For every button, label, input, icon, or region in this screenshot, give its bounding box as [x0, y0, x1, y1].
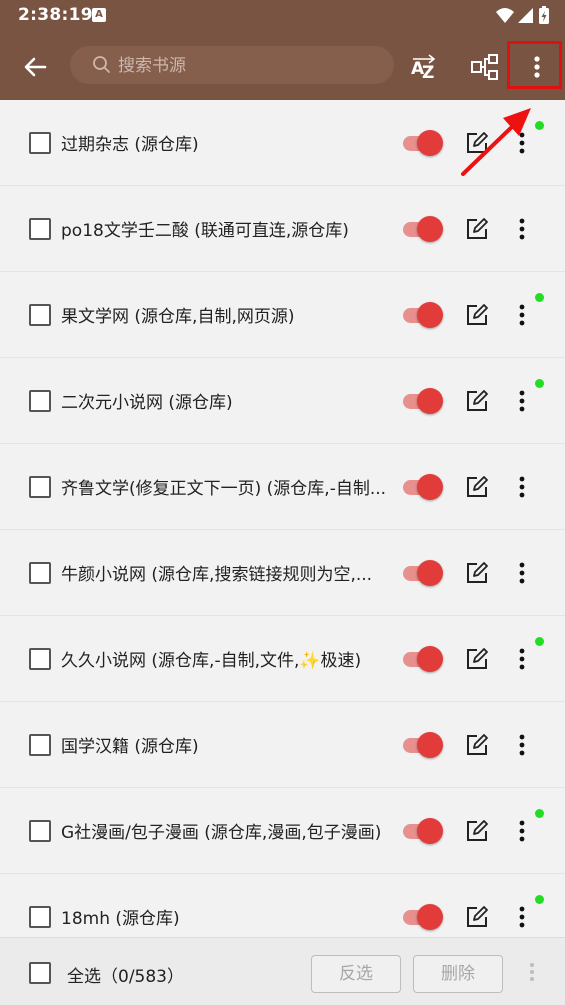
wifi-icon [496, 8, 514, 23]
enable-switch[interactable] [401, 129, 445, 157]
row-checkbox[interactable] [29, 304, 51, 326]
source-row[interactable]: 久久小说网 (源仓库,-自制,文件,✨极速) [0, 616, 565, 702]
switch-thumb [417, 302, 443, 328]
switch-thumb [417, 560, 443, 586]
row-checkbox[interactable] [29, 648, 51, 670]
online-status-dot [535, 895, 544, 904]
enable-switch[interactable] [401, 301, 445, 329]
select-all-checkbox[interactable] [29, 962, 51, 984]
online-status-dot [535, 121, 544, 130]
online-status-dot [535, 293, 544, 302]
back-arrow-icon[interactable] [18, 50, 52, 84]
sort-az-icon[interactable]: A Z [407, 50, 441, 84]
switch-thumb [417, 904, 443, 930]
source-name: G社漫画/包子漫画 (源仓库,漫画,包子漫画) [61, 823, 382, 843]
switch-thumb [417, 388, 443, 414]
source-name: 国学汉籍 (源仓库) [61, 737, 199, 757]
row-checkbox[interactable] [29, 734, 51, 756]
select-all-label: 全选（0/583） [67, 967, 184, 987]
enable-switch[interactable] [401, 731, 445, 759]
delete-button[interactable]: 删除 [413, 955, 503, 993]
row-checkbox[interactable] [29, 820, 51, 842]
row-more-icon[interactable] [508, 817, 536, 845]
edit-icon[interactable] [464, 216, 490, 242]
online-status-dot [535, 637, 544, 646]
search-icon [93, 56, 110, 73]
row-checkbox[interactable] [29, 132, 51, 154]
row-more-icon[interactable] [508, 215, 536, 243]
source-row[interactable]: 牛颜小说网 (源仓库,搜索链接规则为空,... [0, 530, 565, 616]
edit-icon[interactable] [464, 388, 490, 414]
row-more-icon[interactable] [508, 301, 536, 329]
row-checkbox[interactable] [29, 906, 51, 928]
search-box[interactable] [70, 46, 394, 84]
switch-thumb [417, 818, 443, 844]
svg-text:Z: Z [422, 63, 434, 83]
row-more-icon[interactable] [508, 387, 536, 415]
source-name: 果文学网 (源仓库,自制,网页源) [61, 307, 295, 327]
enable-switch[interactable] [401, 215, 445, 243]
status-icons [496, 6, 549, 24]
edit-icon[interactable] [464, 732, 490, 758]
edit-icon[interactable] [464, 904, 490, 930]
row-checkbox[interactable] [29, 476, 51, 498]
switch-thumb [417, 474, 443, 500]
enable-switch[interactable] [401, 645, 445, 673]
row-checkbox[interactable] [29, 390, 51, 412]
app-notification-icon: A [92, 8, 106, 22]
row-checkbox[interactable] [29, 562, 51, 584]
row-more-icon[interactable] [508, 903, 536, 931]
source-row[interactable]: po18文学壬二酸 (联通可直连,源仓库) [0, 186, 565, 272]
source-row[interactable]: G社漫画/包子漫画 (源仓库,漫画,包子漫画) [0, 788, 565, 874]
enable-switch[interactable] [401, 387, 445, 415]
source-name: 牛颜小说网 (源仓库,搜索链接规则为空,... [61, 565, 373, 585]
source-list: 过期杂志 (源仓库) po18文学壬二酸 (联通可直连,源仓库) 果文学网 (源仓库… [0, 100, 565, 960]
edit-icon[interactable] [464, 302, 490, 328]
battery-icon [539, 6, 549, 24]
row-more-icon[interactable] [508, 645, 536, 673]
bottom-bar: 全选（0/583） 反选 删除 [0, 937, 565, 1005]
switch-thumb [417, 216, 443, 242]
row-more-icon[interactable] [508, 559, 536, 587]
source-name: 18mh (源仓库) [61, 909, 180, 929]
switch-thumb [417, 646, 443, 672]
edit-icon[interactable] [464, 560, 490, 586]
source-name: 久久小说网 (源仓库,-自制,文件,✨极速) [61, 651, 362, 671]
edit-icon[interactable] [464, 474, 490, 500]
source-name: 二次元小说网 (源仓库) [61, 393, 233, 413]
row-checkbox[interactable] [29, 218, 51, 240]
source-row[interactable]: 齐鲁文学(修复正文下一页) (源仓库,-自制... [0, 444, 565, 530]
source-row[interactable]: 国学汉籍 (源仓库) [0, 702, 565, 788]
source-name: 齐鲁文学(修复正文下一页) (源仓库,-自制... [61, 479, 387, 499]
switch-thumb [417, 130, 443, 156]
source-row[interactable]: 二次元小说网 (源仓库) [0, 358, 565, 444]
group-icon[interactable] [468, 50, 502, 84]
edit-icon[interactable] [464, 818, 490, 844]
status-time: 2:38:19 [18, 5, 93, 25]
search-input[interactable] [116, 48, 380, 84]
highlight-box [507, 41, 562, 89]
source-name: 过期杂志 (源仓库) [61, 135, 199, 155]
annotation-arrow [461, 108, 531, 176]
row-more-icon[interactable] [508, 731, 536, 759]
invert-selection-button[interactable]: 反选 [311, 955, 401, 993]
online-status-dot [535, 809, 544, 818]
bottom-more-icon[interactable] [520, 960, 544, 984]
enable-switch[interactable] [401, 559, 445, 587]
status-bar: 2:38:19 A [0, 0, 565, 32]
edit-icon[interactable] [464, 646, 490, 672]
enable-switch[interactable] [401, 817, 445, 845]
switch-thumb [417, 732, 443, 758]
source-row[interactable]: 果文学网 (源仓库,自制,网页源) [0, 272, 565, 358]
source-name: po18文学壬二酸 (联通可直连,源仓库) [61, 221, 349, 241]
online-status-dot [535, 379, 544, 388]
signal-icon [518, 8, 533, 23]
enable-switch[interactable] [401, 473, 445, 501]
row-more-icon[interactable] [508, 473, 536, 501]
toolbar: A Z [0, 32, 565, 100]
enable-switch[interactable] [401, 903, 445, 931]
